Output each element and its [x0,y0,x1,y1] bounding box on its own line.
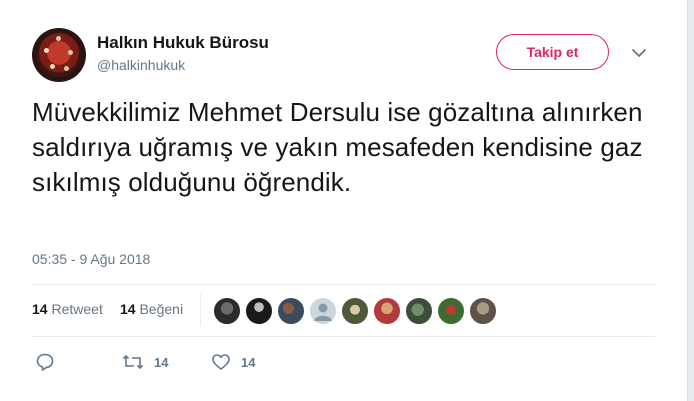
divider [32,336,655,337]
avatar-detail [44,48,49,53]
like-stat-label: Beğeni [139,301,184,317]
retweet-count: 14 [154,354,169,370]
reply-button[interactable] [35,351,55,373]
default-avatar-icon [314,303,332,321]
liker-avatar[interactable] [341,297,369,325]
account-handle[interactable]: @halkinhukuk [97,57,185,73]
like-stat-count: 14 [120,301,136,317]
liker-avatar[interactable] [437,297,465,325]
divider [32,284,655,285]
tweet-card: Halkın Hukuk Bürosu @halkinhukuk Takip e… [0,0,687,401]
liker-avatar[interactable] [405,297,433,325]
avatar-detail [50,64,55,69]
account-name[interactable]: Halkın Hukuk Bürosu [97,33,269,53]
retweet-icon [122,355,144,369]
tweet-text: Müvekkilimiz Mehmet Dersulu ise gözaltın… [32,97,643,197]
retweet-stat-count: 14 [32,301,48,317]
like-stat[interactable]: 14 Beğeni [120,301,183,317]
like-count: 14 [241,354,256,370]
tweet-timestamp[interactable]: 05:35 - 9 Ağu 2018 [32,251,150,267]
follow-button[interactable]: Takip et [496,34,609,70]
stats-divider [200,294,201,326]
liker-avatar[interactable] [245,297,273,325]
reply-icon [36,353,54,371]
heart-icon [212,354,230,370]
liker-avatar[interactable] [373,297,401,325]
liker-avatar[interactable] [213,297,241,325]
like-button[interactable]: 14 [211,351,255,373]
avatar[interactable] [32,28,86,82]
scrollbar-edge [687,0,694,401]
liker-avatar[interactable] [277,297,305,325]
liker-avatar[interactable] [469,297,497,325]
avatar-detail [64,66,69,71]
retweet-button[interactable]: 14 [122,351,168,373]
avatar-detail [68,50,73,55]
liker-avatar[interactable] [309,297,337,325]
avatar-detail [56,36,61,41]
chevron-down-icon[interactable] [628,42,650,64]
retweet-stat-label: Retweet [51,301,103,317]
retweet-stat[interactable]: 14 Retweet [32,301,103,317]
